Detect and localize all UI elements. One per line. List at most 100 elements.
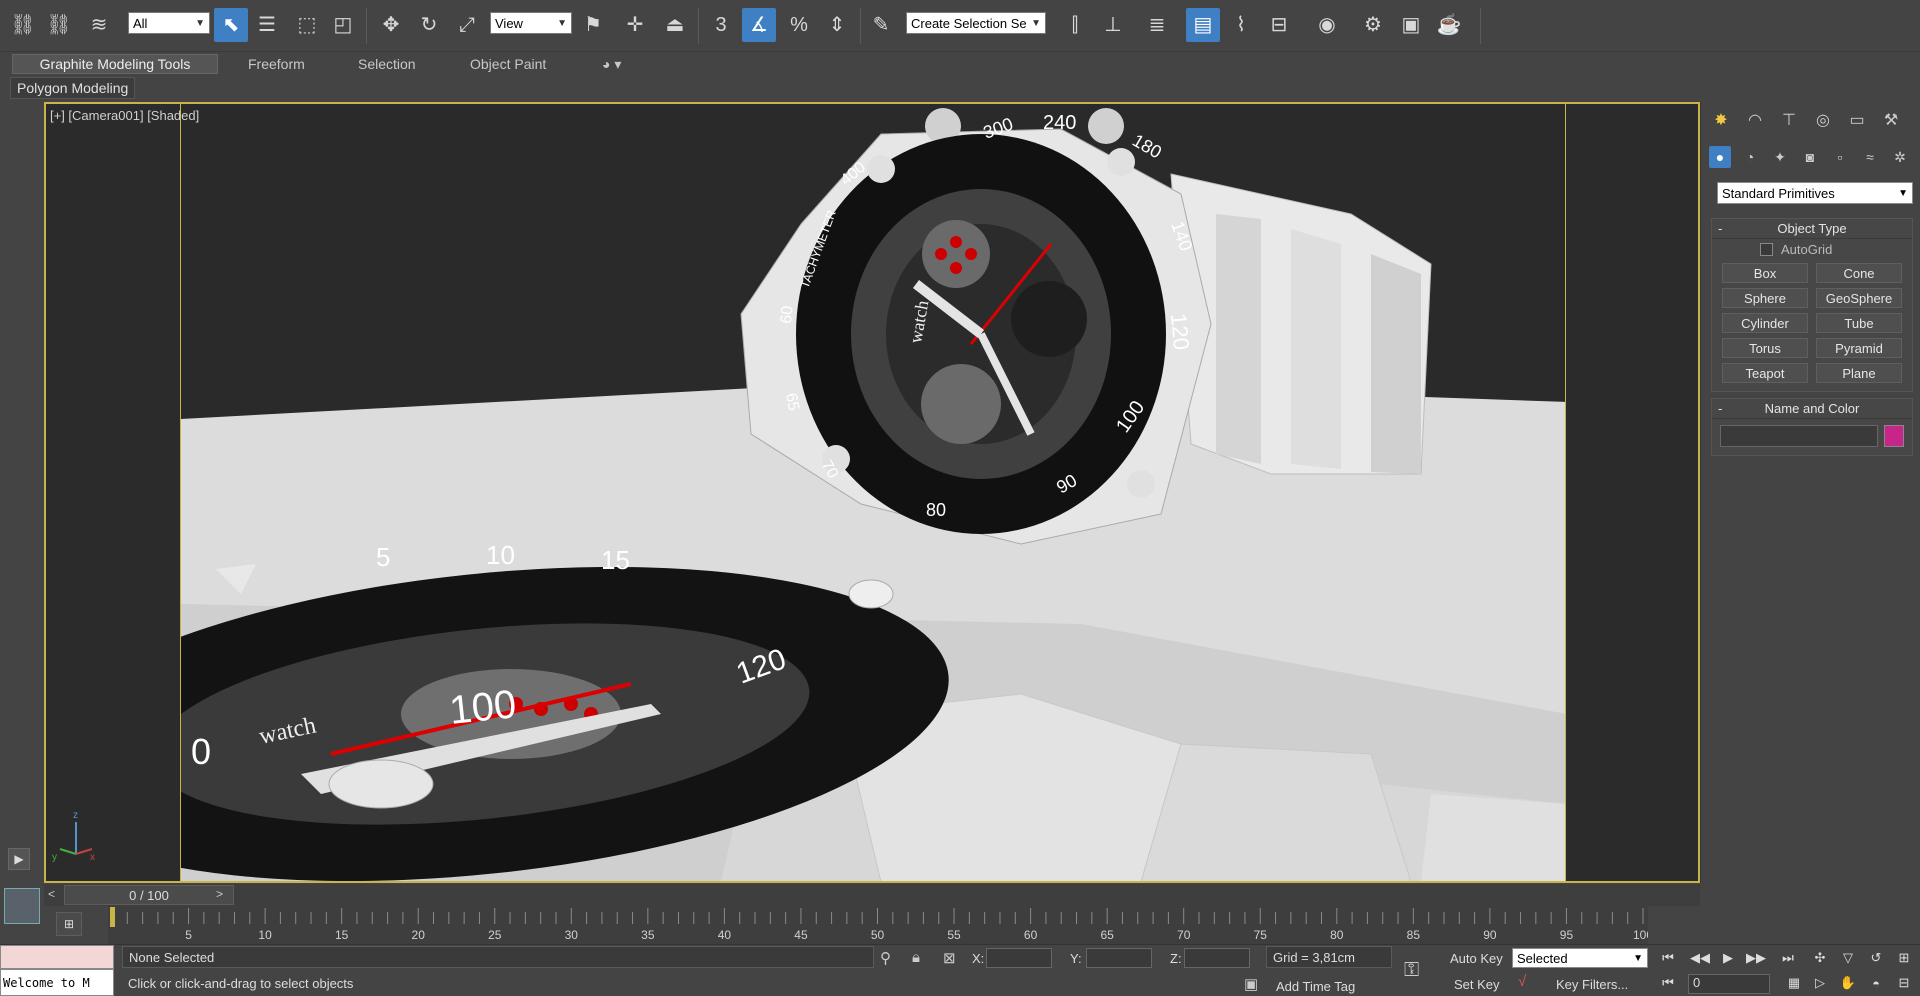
teapot-button[interactable]: Teapot xyxy=(1722,363,1808,383)
min-max-icon[interactable]: ⊟ xyxy=(1892,973,1916,993)
cameras-icon[interactable]: ◙ xyxy=(1799,146,1821,168)
lock-icon[interactable]: 🔒︎ xyxy=(912,949,920,966)
rect-selection-icon[interactable]: ⬚ xyxy=(290,8,324,42)
scale-icon[interactable]: ⤢ xyxy=(450,8,484,42)
prev-frame-icon[interactable]: < xyxy=(48,887,55,901)
viewport-label[interactable]: [+] [Camera001] [Shaded] xyxy=(50,108,199,123)
material-editor-icon[interactable]: ◉ xyxy=(1310,8,1344,42)
tab-object-paint[interactable]: Object Paint xyxy=(458,54,558,74)
time-config-icon[interactable]: ▦ xyxy=(1782,973,1806,993)
object-color-swatch[interactable] xyxy=(1884,425,1904,447)
x-coord-input[interactable] xyxy=(986,948,1052,968)
viewport-thumbnail[interactable] xyxy=(4,888,40,924)
go-to-end-icon[interactable]: ⏭ xyxy=(1776,948,1800,968)
set-key-curve-icon[interactable]: √ xyxy=(1518,973,1526,990)
snaps-toggle-button[interactable]: 3 xyxy=(704,8,738,42)
render-setup-icon[interactable]: ⚙ xyxy=(1356,8,1390,42)
time-tag-icon[interactable]: ▣ xyxy=(1244,975,1258,993)
pin-icon[interactable]: ⚲ xyxy=(880,949,891,967)
current-frame-input[interactable]: 0 xyxy=(1688,974,1770,994)
space-warps-icon[interactable]: ≈ xyxy=(1859,146,1881,168)
create-tab-icon[interactable]: ✸ xyxy=(1709,108,1733,132)
render-frame-icon[interactable]: ▣ xyxy=(1394,8,1428,42)
tab-freeform[interactable]: Freeform xyxy=(236,54,317,74)
box-button[interactable]: Box xyxy=(1722,263,1808,283)
next-key-icon[interactable]: ▶▶ xyxy=(1744,948,1768,968)
named-selection-dropdown[interactable]: Create Selection Se ▼ xyxy=(906,12,1046,34)
utilities-tab-icon[interactable]: ⚒ xyxy=(1879,108,1903,132)
z-coord-input[interactable] xyxy=(1184,948,1250,968)
sphere-button[interactable]: Sphere xyxy=(1722,288,1808,308)
pivot-center-icon[interactable]: ⚑ xyxy=(576,8,610,42)
add-time-tag-button[interactable]: Add Time Tag xyxy=(1276,979,1355,994)
zoom-icon[interactable]: ✣ xyxy=(1808,948,1832,968)
ribbon-panel-polygon-modeling[interactable]: Polygon Modeling xyxy=(10,77,136,99)
geosphere-button[interactable]: GeoSphere xyxy=(1816,288,1902,308)
maxscript-listener[interactable]: Welcome to M xyxy=(0,945,114,996)
plane-button[interactable]: Plane xyxy=(1816,363,1902,383)
tab-graphite-modeling-tools[interactable]: Graphite Modeling Tools xyxy=(12,54,218,74)
torus-button[interactable]: Torus xyxy=(1722,338,1808,358)
previous-key-icon[interactable]: ◀◀ xyxy=(1688,948,1712,968)
autogrid-checkbox[interactable] xyxy=(1760,242,1773,256)
collapse-icon[interactable]: - xyxy=(1718,221,1722,236)
collapse-icon[interactable]: - xyxy=(1718,401,1722,416)
absolute-mode-icon[interactable]: ⊠ xyxy=(943,949,956,967)
lights-icon[interactable]: ✦ xyxy=(1769,146,1791,168)
render-area[interactable]: watch 240 300 180 140 120 100 90 80 70 6… xyxy=(180,104,1566,881)
tube-button[interactable]: Tube xyxy=(1816,313,1902,333)
object-type-header[interactable]: - Object Type xyxy=(1712,219,1912,239)
viewport[interactable]: [+] [Camera001] [Shaded] watch 240 300 1… xyxy=(44,102,1700,883)
curve-editor-icon[interactable]: ⌇ xyxy=(1224,8,1258,42)
move-icon[interactable]: ✥ xyxy=(374,8,408,42)
zoom-all-icon[interactable]: ▽ xyxy=(1836,948,1860,968)
motion-tab-icon[interactable]: ◎ xyxy=(1811,108,1835,132)
keyboard-shortcut-icon[interactable]: ⏏ xyxy=(658,8,692,42)
field-of-view-icon[interactable]: ▷ xyxy=(1808,973,1832,993)
time-slider-thumb[interactable]: 0 / 100 xyxy=(64,885,234,905)
time-slider[interactable]: < 0 / 100 > xyxy=(44,884,1700,906)
layer-manager-icon[interactable]: ≣ xyxy=(1140,8,1174,42)
percent-snap-button[interactable]: % xyxy=(782,8,816,42)
graphite-toggle-button[interactable]: ▤ xyxy=(1186,8,1220,42)
pyramid-button[interactable]: Pyramid xyxy=(1816,338,1902,358)
key-icon[interactable]: ⚿ xyxy=(1404,959,1419,982)
hierarchy-tab-icon[interactable]: ⊤ xyxy=(1777,108,1801,132)
schematic-view-icon[interactable]: ⊟ xyxy=(1262,8,1296,42)
ribbon-options-icon[interactable]: ◕ ▾ xyxy=(590,54,633,74)
current-frame-marker[interactable] xyxy=(110,907,115,927)
auto-key-button[interactable]: Auto Key xyxy=(1450,951,1503,966)
display-tab-icon[interactable]: ▭ xyxy=(1845,108,1869,132)
render-production-icon[interactable]: ☕ xyxy=(1432,8,1466,42)
name-and-color-header[interactable]: - Name and Color xyxy=(1712,399,1912,419)
key-filters-button[interactable]: Key Filters... xyxy=(1556,977,1628,992)
object-name-input[interactable] xyxy=(1720,425,1878,447)
cylinder-button[interactable]: Cylinder xyxy=(1722,313,1808,333)
bind-space-warp-icon[interactable]: ≋ xyxy=(82,8,116,42)
systems-icon[interactable]: ✲ xyxy=(1889,146,1911,168)
y-coord-input[interactable] xyxy=(1086,948,1152,968)
reference-coord-dropdown[interactable]: View ▼ xyxy=(490,12,572,34)
spinner-snap-icon[interactable]: ⇕ xyxy=(820,8,854,42)
cone-button[interactable]: Cone xyxy=(1816,263,1902,283)
helpers-icon[interactable]: ▫ xyxy=(1829,146,1851,168)
mirror-icon[interactable]: ⫿ xyxy=(1058,8,1092,42)
modify-tab-icon[interactable]: ◠ xyxy=(1743,108,1767,132)
selection-filter-dropdown[interactable]: All ▼ xyxy=(128,12,210,34)
link-icon[interactable]: ⛓ xyxy=(6,8,40,42)
angle-snap-button[interactable]: ∡ xyxy=(742,8,776,42)
edit-named-selection-icon[interactable]: ✎ xyxy=(864,8,898,42)
key-mode-dropdown[interactable]: Selected ▼ xyxy=(1512,948,1648,968)
maxscript-input[interactable]: Welcome to M xyxy=(0,969,114,996)
pan-icon[interactable]: ✋ xyxy=(1836,973,1860,993)
select-by-name-icon[interactable]: ☰ xyxy=(250,8,284,42)
maxscript-output[interactable] xyxy=(0,945,114,969)
play-icon[interactable]: ▶ xyxy=(8,848,30,870)
geometry-icon[interactable]: ● xyxy=(1709,146,1731,168)
walk-through-icon[interactable]: ◓ xyxy=(1864,973,1888,993)
tab-selection[interactable]: Selection xyxy=(346,54,428,74)
rotate-icon[interactable]: ↻ xyxy=(412,8,446,42)
window-crossing-icon[interactable]: ◰ xyxy=(326,8,360,42)
set-key-button[interactable]: Set Key xyxy=(1454,977,1500,992)
go-to-start-icon[interactable]: ⏮ xyxy=(1656,948,1680,968)
